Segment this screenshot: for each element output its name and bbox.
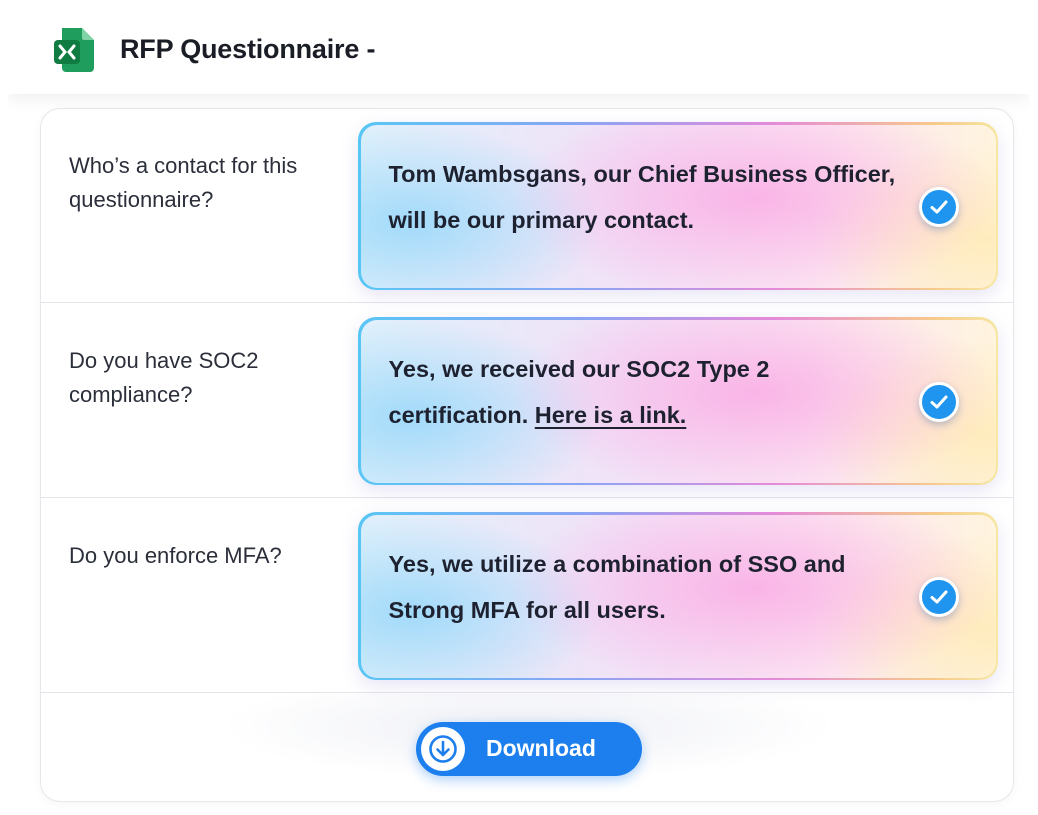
- questionnaire-card: Who’s a contact for this questionnaire? …: [40, 108, 1014, 802]
- check-circle-icon: [918, 381, 959, 422]
- answer-box-inner: Yes, we utilize a combination of SSO and…: [360, 514, 996, 678]
- answer-text-main: Yes, we utilize a combination of SSO and…: [388, 550, 846, 623]
- answer-box-inner: Tom Wambsgans, our Chief Business Office…: [360, 124, 996, 288]
- download-arrow-icon: [421, 727, 465, 771]
- qa-row: Do you enforce MFA? Yes, we utilize a co…: [41, 499, 1013, 693]
- header-bar: RFP Questionnaire -: [8, 6, 1030, 94]
- answer-text-main: Tom Wambsgans, our Chief Business Office…: [388, 160, 896, 233]
- download-label: Download: [486, 735, 596, 761]
- qa-row: Do you have SOC2 compliance? Yes, we rec…: [41, 304, 1013, 498]
- check-circle-icon: [918, 576, 959, 617]
- download-area: Download: [41, 694, 1013, 801]
- questionnaire-window: RFP Questionnaire - Who’s a contact for …: [8, 6, 1030, 809]
- answer-text: Yes, we utilize a combination of SSO and…: [389, 541, 909, 633]
- answer-box[interactable]: Yes, we utilize a combination of SSO and…: [358, 512, 998, 680]
- answer-box-inner: Yes, we received our SOC2 Type 2 certifi…: [360, 319, 996, 483]
- answer-text: Yes, we received our SOC2 Type 2 certifi…: [389, 346, 909, 438]
- check-circle-icon: [918, 186, 959, 227]
- answer-box[interactable]: Tom Wambsgans, our Chief Business Office…: [358, 122, 998, 290]
- question-text: Who’s a contact for this questionnaire?: [69, 153, 298, 212]
- question-text: Do you enforce MFA?: [69, 543, 282, 568]
- excel-file-icon[interactable]: [50, 24, 100, 74]
- answer-text: Tom Wambsgans, our Chief Business Office…: [389, 151, 909, 243]
- download-button[interactable]: Download: [416, 722, 642, 776]
- qa-row: Who’s a contact for this questionnaire? …: [41, 109, 1013, 303]
- question-text: Do you have SOC2 compliance?: [69, 348, 259, 407]
- page-title: RFP Questionnaire -: [120, 34, 376, 64]
- answer-box[interactable]: Yes, we received our SOC2 Type 2 certifi…: [358, 317, 998, 485]
- answer-link[interactable]: Here is a link.: [535, 402, 687, 428]
